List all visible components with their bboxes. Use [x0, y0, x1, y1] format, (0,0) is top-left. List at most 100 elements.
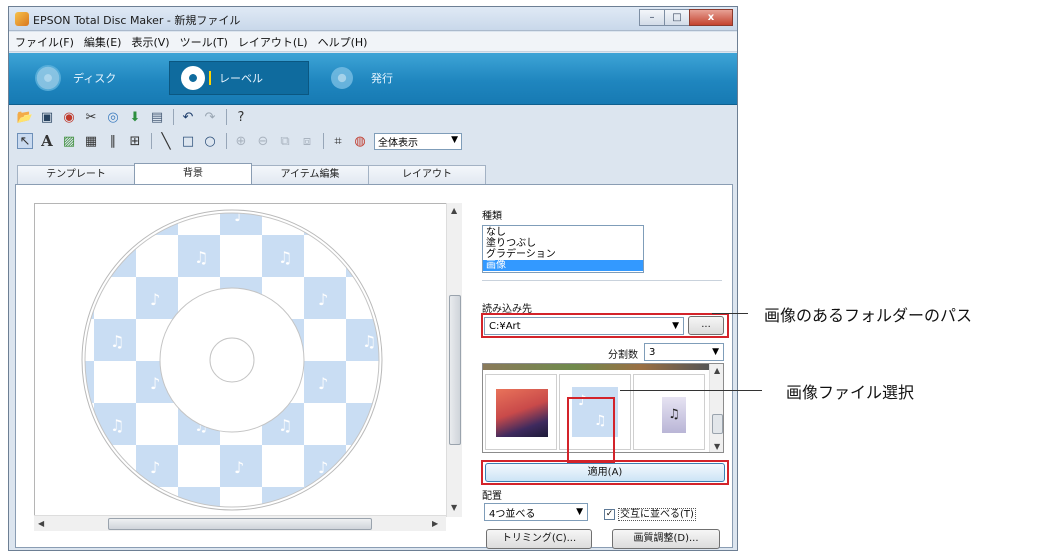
- window-title: EPSON Total Disc Maker - 新規ファイル: [33, 14, 241, 27]
- line-icon[interactable]: ╲: [158, 132, 174, 150]
- scroll-down-icon[interactable]: ▼: [451, 503, 457, 512]
- color-icon[interactable]: ◍: [352, 133, 368, 149]
- import-icon[interactable]: ⬇: [127, 109, 143, 125]
- menu-file[interactable]: ファイル(F): [15, 34, 74, 50]
- type-option-fill[interactable]: 塗りつぶし: [483, 238, 643, 249]
- thumbnail-scroll-thumb[interactable]: [712, 414, 723, 434]
- path-highlight-box: [481, 313, 729, 338]
- app-window: EPSON Total Disc Maker - 新規ファイル – □ x ファ…: [8, 6, 738, 551]
- grid-icon[interactable]: ▦: [83, 133, 99, 149]
- scroll-right-icon[interactable]: ▶: [432, 519, 438, 528]
- alternate-label: 交互に並べる(T): [618, 508, 696, 521]
- help-icon[interactable]: ?: [233, 109, 249, 125]
- divider: [482, 280, 722, 281]
- disc-canvas[interactable]: ♪ ♫: [34, 203, 462, 517]
- print-icon[interactable]: ◉: [61, 109, 77, 125]
- type-option-none[interactable]: なし: [483, 227, 643, 238]
- rect-icon[interactable]: □: [180, 133, 196, 149]
- tab-layout[interactable]: レイアウト: [368, 165, 486, 184]
- scroll-down-icon[interactable]: ▼: [714, 442, 720, 451]
- tab-background[interactable]: 背景: [134, 163, 252, 184]
- vertical-scroll-thumb[interactable]: [449, 295, 461, 445]
- sunset-image: [496, 389, 548, 437]
- group-icon[interactable]: ⧉: [277, 133, 293, 149]
- type-listbox[interactable]: なし 塗りつぶし グラデーション 画像: [482, 225, 644, 273]
- placement-label: 配置: [482, 491, 502, 502]
- redo-icon[interactable]: ↷: [202, 109, 218, 125]
- placement-select[interactable]: 4つ並べる ▼: [484, 503, 588, 521]
- trim-button[interactable]: トリミング(C)...: [486, 529, 592, 549]
- ellipse-icon[interactable]: ○: [202, 133, 218, 149]
- menu-bar: ファイル(F) 編集(E) 表示(V) ツール(T) レイアウト(L) ヘルプ(…: [9, 32, 737, 52]
- horizontal-scroll-thumb[interactable]: [108, 518, 372, 530]
- scroll-left-icon[interactable]: ◀: [38, 519, 44, 528]
- publish-mode-icon: [331, 67, 353, 89]
- thumbnail-scrollbar[interactable]: ▲ ▼: [709, 364, 723, 452]
- label-mode-icon: [181, 66, 205, 90]
- ungroup-icon[interactable]: ⧈: [299, 133, 315, 149]
- chevron-down-icon: ▼: [576, 507, 583, 517]
- toolbar-separator: [323, 133, 324, 149]
- save-icon[interactable]: ▣: [39, 109, 55, 125]
- disc-preview: ♪ ♫: [81, 209, 383, 511]
- menu-layout[interactable]: レイアウト(L): [238, 34, 308, 50]
- callout-folder-path: 画像のあるフォルダーのパス: [764, 306, 973, 325]
- tab-item-edit[interactable]: アイテム編集: [251, 165, 369, 184]
- front-icon[interactable]: ⊕: [233, 133, 249, 149]
- label-mode-marker: [209, 71, 211, 85]
- tab-template[interactable]: テンプレート: [17, 165, 135, 184]
- toolbar-separator: [151, 133, 152, 149]
- mode-bar: ディスク レーベル 発行: [9, 53, 737, 105]
- minimize-button[interactable]: –: [639, 9, 665, 26]
- mode-publish[interactable]: 発行: [331, 62, 393, 94]
- window-controls: – □ x: [639, 9, 733, 26]
- back-icon[interactable]: ⊖: [255, 133, 271, 149]
- wizard-icon[interactable]: ✂: [83, 109, 99, 125]
- menu-view[interactable]: 表示(V): [131, 34, 169, 50]
- text-icon[interactable]: A: [39, 132, 55, 150]
- quality-button[interactable]: 画質調整(D)...: [612, 529, 720, 549]
- undo-icon[interactable]: ↶: [180, 109, 196, 125]
- menu-help[interactable]: ヘルプ(H): [318, 34, 368, 50]
- disc-icon[interactable]: ◎: [105, 109, 121, 125]
- canvas-vertical-scrollbar[interactable]: ▲ ▼: [446, 203, 462, 517]
- draw-toolbar: ↖ A ▨ ▦ ∥ ⊞ ╲ □ ○ ⊕ ⊖ ⧉ ⧈ ⌗ ◍ 全体表示 ▼: [9, 129, 737, 153]
- canvas-horizontal-scrollbar[interactable]: ◀ ▶: [34, 515, 446, 531]
- close-button[interactable]: x: [689, 9, 733, 26]
- toolbar-separator: [226, 133, 227, 149]
- app-logo-icon: [15, 12, 29, 26]
- type-option-gradient[interactable]: グラデーション: [483, 249, 643, 260]
- disc-mode-icon: [35, 65, 61, 91]
- thumbnail-note[interactable]: ♫: [633, 374, 705, 450]
- mode-label-label: レーベル: [219, 72, 263, 85]
- mode-disc[interactable]: ディスク: [35, 62, 116, 94]
- image-icon[interactable]: ▨: [61, 133, 77, 149]
- menu-tools[interactable]: ツール(T): [180, 34, 228, 50]
- tree-icon[interactable]: ⊞: [127, 133, 143, 149]
- scroll-up-icon[interactable]: ▲: [451, 206, 457, 215]
- view-select-value: 全体表示: [378, 137, 418, 149]
- view-select[interactable]: 全体表示 ▼: [374, 132, 462, 150]
- toolbar-separator: [173, 109, 174, 125]
- selection-highlight-box: [567, 397, 615, 463]
- crop-icon[interactable]: ⌗: [330, 133, 346, 149]
- thumbnail-sunset[interactable]: [485, 374, 557, 450]
- divisions-value: 3: [649, 346, 656, 358]
- thumbnail-row-partial: [483, 364, 709, 370]
- maximize-button[interactable]: □: [664, 9, 690, 26]
- open-icon[interactable]: 📂: [17, 109, 33, 125]
- export-icon[interactable]: ▤: [149, 109, 165, 125]
- apply-highlight-box: [481, 460, 729, 485]
- scroll-up-icon[interactable]: ▲: [714, 366, 720, 375]
- type-label: 種類: [482, 211, 502, 222]
- pointer-icon[interactable]: ↖: [17, 133, 33, 149]
- alternate-checkbox[interactable]: ✓ 交互に並べる(T): [604, 505, 696, 521]
- note-image: ♫: [662, 397, 686, 433]
- title-bar: EPSON Total Disc Maker - 新規ファイル – □ x: [9, 7, 737, 31]
- mode-label[interactable]: レーベル: [181, 62, 263, 94]
- mode-publish-label: 発行: [371, 72, 393, 85]
- divisions-select[interactable]: 3 ▼: [644, 343, 724, 361]
- menu-edit[interactable]: 編集(E): [84, 34, 122, 50]
- barcode-icon[interactable]: ∥: [105, 133, 121, 149]
- type-option-image[interactable]: 画像: [483, 260, 643, 271]
